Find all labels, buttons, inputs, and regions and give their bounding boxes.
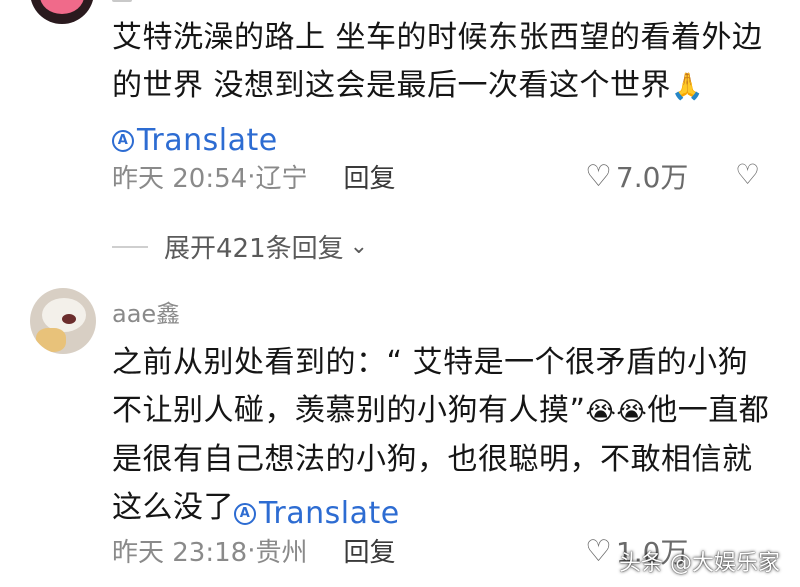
expand-replies-label: 展开421条回复 xyxy=(164,234,344,264)
comment-body: 艾特洗澡的路上 坐车的时候东张西望的看着外边的世界 没想到这会是最后一次看这个世… xyxy=(112,20,763,103)
crying-emoji: 😭😭 xyxy=(585,397,648,427)
comment-meta: 昨天 23:18 · 贵州 回复 xyxy=(112,532,396,569)
like-count: 7.0万 xyxy=(615,161,689,194)
heart-outline-icon: ♡ xyxy=(585,533,612,569)
dislike-button[interactable]: ♡ xyxy=(735,158,760,191)
comment-location: 贵州 xyxy=(255,538,308,568)
divider xyxy=(112,245,148,248)
username[interactable]: aae鑫 xyxy=(112,294,180,329)
comment-time: 昨天 23:18 xyxy=(112,538,248,568)
like-button[interactable]: ♡ 7.0万 xyxy=(585,156,688,196)
reply-button[interactable]: 回复 xyxy=(343,158,395,195)
broken-heart-icon: ♡ xyxy=(735,158,761,191)
avatar-image xyxy=(40,0,84,14)
avatar[interactable] xyxy=(30,288,96,354)
chevron-down-icon: ⌄ xyxy=(349,234,369,259)
heart-outline-icon: ♡ xyxy=(585,158,612,194)
pray-emoji: 🙏 xyxy=(671,72,704,102)
dog-nose xyxy=(62,314,76,324)
reply-button[interactable]: 回复 xyxy=(343,532,395,569)
avatar[interactable] xyxy=(30,0,94,24)
comment-time: 昨天 20:54 xyxy=(112,164,248,194)
translate-icon: A xyxy=(112,130,134,152)
toy-image xyxy=(36,328,66,352)
watermark: 头条 @大娱乐家 xyxy=(619,551,780,576)
translate-label: Translate xyxy=(259,496,400,531)
comment-text: 之前从别处看到的：“ 艾特是一个很矛盾的小狗 不让别人碰，羡慕别的小狗有人摸”😭… xyxy=(112,339,772,538)
translate-icon: A xyxy=(234,503,256,525)
comment-location: 辽宁 xyxy=(255,164,308,194)
expand-replies-button[interactable]: 展开421条回复 ⌄ xyxy=(112,228,368,265)
comment-text: 艾特洗澡的路上 坐车的时候东张西望的看着外边的世界 没想到这会是最后一次看这个世… xyxy=(112,14,772,165)
comment-meta: 昨天 20:54 · 辽宁 回复 xyxy=(112,158,396,195)
translate-button[interactable]: A Translate xyxy=(234,490,400,538)
username-fragment xyxy=(112,0,132,2)
